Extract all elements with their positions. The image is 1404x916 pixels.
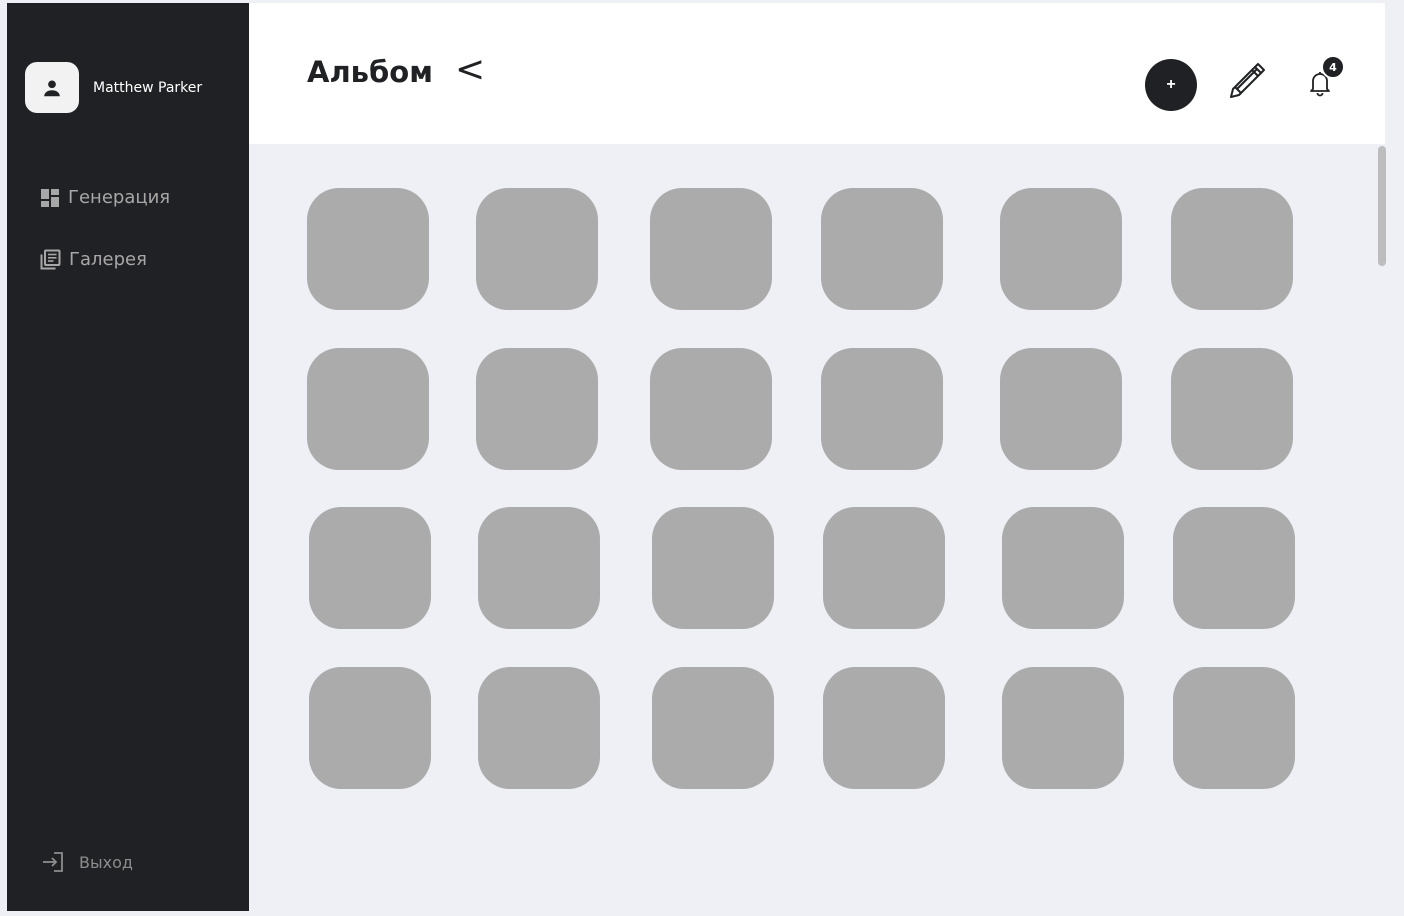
album-photo-tile[interactable] — [476, 348, 598, 470]
album-photo-tile[interactable] — [650, 348, 772, 470]
avatar[interactable] — [25, 62, 79, 113]
pencil-icon — [1230, 63, 1265, 98]
album-photo-tile[interactable] — [1002, 507, 1124, 629]
album-photo-tile[interactable] — [1000, 348, 1122, 470]
app-window: Matthew Parker Генерация Галерея Выход А… — [7, 3, 1386, 911]
edit-button[interactable] — [1223, 55, 1271, 103]
add-button[interactable]: + — [1145, 59, 1197, 111]
album-photo-tile[interactable] — [309, 667, 431, 789]
album-photo-tile[interactable] — [652, 667, 774, 789]
sidebar-item-label: Генерация — [68, 187, 171, 208]
album-photo-tile[interactable] — [1173, 507, 1295, 629]
album-photo-tile[interactable] — [309, 507, 431, 629]
album-photo-tile[interactable] — [821, 348, 943, 470]
back-button[interactable]: < — [455, 49, 485, 90]
album-photo-tile[interactable] — [652, 507, 774, 629]
dashboard-icon — [41, 188, 59, 207]
logout-icon — [43, 852, 63, 872]
person-icon — [44, 79, 60, 96]
library-icon — [40, 249, 61, 270]
album-photo-tile[interactable] — [478, 667, 600, 789]
album-photo-tile[interactable] — [478, 507, 600, 629]
sidebar-item-label: Галерея — [69, 249, 147, 270]
album-photo-tile[interactable] — [1173, 667, 1295, 789]
album-photo-tile[interactable] — [1000, 188, 1122, 310]
sidebar: Matthew Parker Генерация Галерея Выход — [7, 3, 249, 911]
page-title: Альбом — [307, 55, 433, 89]
album-photo-tile[interactable] — [307, 348, 429, 470]
gallery-grid — [249, 144, 1386, 911]
album-photo-tile[interactable] — [1171, 348, 1293, 470]
user-name: Matthew Parker — [93, 79, 203, 96]
album-photo-tile[interactable] — [1171, 188, 1293, 310]
album-photo-tile[interactable] — [476, 188, 598, 310]
logout-button[interactable]: Выход — [41, 851, 133, 873]
album-photo-tile[interactable] — [823, 667, 945, 789]
album-photo-tile[interactable] — [650, 188, 772, 310]
notification-badge: 4 — [1321, 55, 1345, 79]
logout-label: Выход — [79, 852, 133, 872]
sidebar-item-generation[interactable]: Генерация — [40, 187, 170, 208]
scrollbar[interactable] — [1378, 146, 1386, 266]
header: Альбом < + 4 — [249, 3, 1385, 144]
album-photo-tile[interactable] — [823, 507, 945, 629]
user-profile[interactable]: Matthew Parker — [25, 62, 202, 113]
album-photo-tile[interactable] — [1002, 667, 1124, 789]
sidebar-item-gallery[interactable]: Галерея — [40, 249, 147, 270]
album-photo-tile[interactable] — [821, 188, 943, 310]
album-photo-tile[interactable] — [307, 188, 429, 310]
